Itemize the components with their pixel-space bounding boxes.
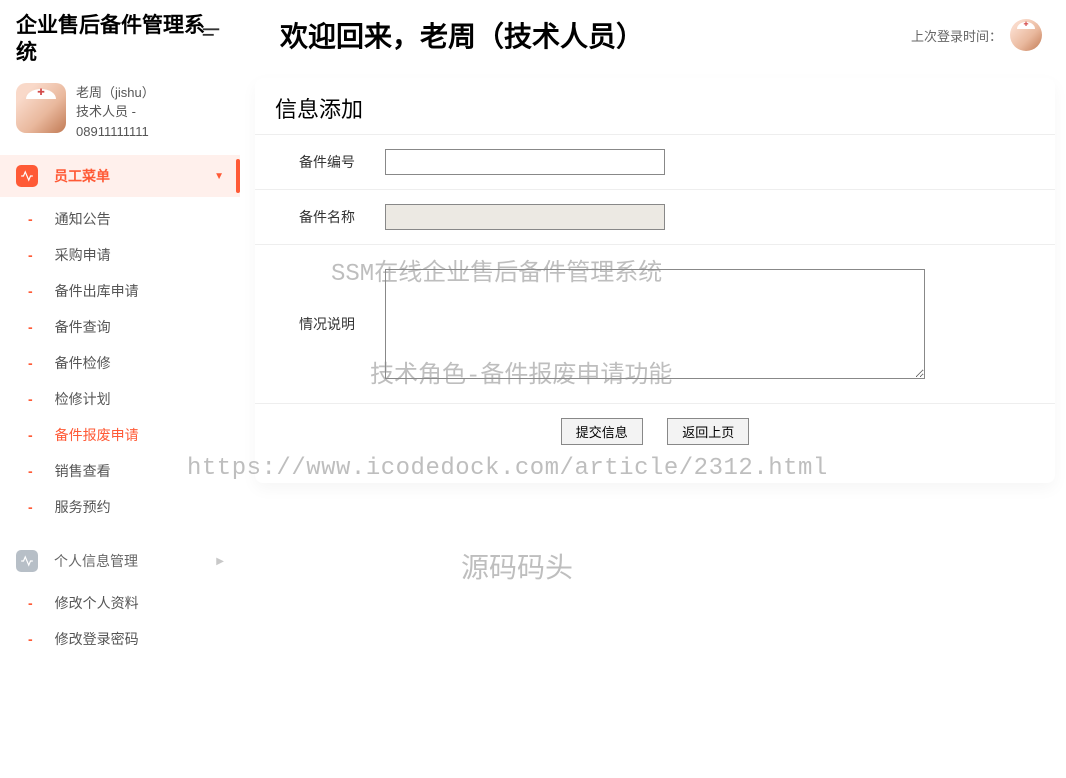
sidebar: 企业售后备件管理系统 老周（jishu） 技术人员 - 08911111111 … <box>0 0 240 778</box>
form-row-part-id: 备件编号 <box>255 134 1055 189</box>
sidebar-item-service-booking[interactable]: -服务预约 <box>0 489 240 525</box>
label-part-id: 备件编号 <box>275 152 385 172</box>
menu-group-profile-label: 个人信息管理 <box>54 551 138 571</box>
menu-group-staff-label: 员工菜单 <box>54 166 110 186</box>
submit-button[interactable]: 提交信息 <box>561 418 643 445</box>
activity-icon <box>16 165 38 187</box>
sidebar-item-repair-plan[interactable]: -检修计划 <box>0 381 240 417</box>
sidebar-item-parts-query[interactable]: -备件查询 <box>0 309 240 345</box>
sidebar-item-edit-profile[interactable]: -修改个人资料 <box>0 585 240 621</box>
user-block: 老周（jishu） 技术人员 - 08911111111 <box>0 77 240 156</box>
card-title: 信息添加 <box>255 92 1055 134</box>
label-description: 情况说明 <box>275 314 385 334</box>
sidebar-item-purchase[interactable]: -采购申请 <box>0 237 240 273</box>
label-part-name: 备件名称 <box>275 207 385 227</box>
chevron-down-icon: ▼ <box>214 171 224 182</box>
input-part-name[interactable] <box>385 204 665 230</box>
sidebar-item-edit-password[interactable]: -修改登录密码 <box>0 621 240 657</box>
chevron-right-icon: ▶ <box>216 556 224 567</box>
sidebar-item-sales-view[interactable]: -销售查看 <box>0 453 240 489</box>
menu-items-staff: -通知公告 -采购申请 -备件出库申请 -备件查询 -备件检修 -检修计划 -备… <box>0 197 240 541</box>
back-button[interactable]: 返回上页 <box>667 418 749 445</box>
hamburger-icon[interactable] <box>200 22 222 49</box>
sidebar-item-notice[interactable]: -通知公告 <box>0 201 240 237</box>
user-name: 老周（jishu） <box>76 83 155 103</box>
button-row: 提交信息 返回上页 <box>255 403 1055 459</box>
user-meta: 老周（jishu） 技术人员 - 08911111111 <box>76 83 155 142</box>
menu-items-profile: -修改个人资料 -修改登录密码 <box>0 581 240 673</box>
menu-group-staff[interactable]: 员工菜单 ▼ <box>0 155 240 197</box>
sidebar-item-parts-repair[interactable]: -备件检修 <box>0 345 240 381</box>
menu-group-profile[interactable]: 个人信息管理 ▶ <box>0 541 240 581</box>
input-part-id[interactable] <box>385 149 665 175</box>
avatar <box>16 83 66 133</box>
sidebar-item-outbound[interactable]: -备件出库申请 <box>0 273 240 309</box>
topbar: 欢迎回来，老周（技术人员） 上次登录时间： <box>200 0 1066 70</box>
sidebar-item-scrap-request[interactable]: -备件报废申请 <box>0 417 240 453</box>
last-login-label: 上次登录时间： <box>911 26 1002 45</box>
form-row-part-name: 备件名称 <box>255 189 1055 244</box>
watermark-text: 源码码头 <box>461 546 573 586</box>
activity-icon <box>16 550 38 572</box>
main-card: 信息添加 备件编号 备件名称 情况说明 提交信息 返回上页 <box>255 78 1055 483</box>
user-role: 技术人员 - <box>76 102 155 122</box>
form-row-description: 情况说明 <box>255 244 1055 403</box>
user-phone: 08911111111 <box>76 122 155 142</box>
welcome-heading: 欢迎回来，老周（技术人员） <box>280 15 644 55</box>
top-avatar[interactable] <box>1010 19 1042 51</box>
textarea-description[interactable] <box>385 269 925 379</box>
